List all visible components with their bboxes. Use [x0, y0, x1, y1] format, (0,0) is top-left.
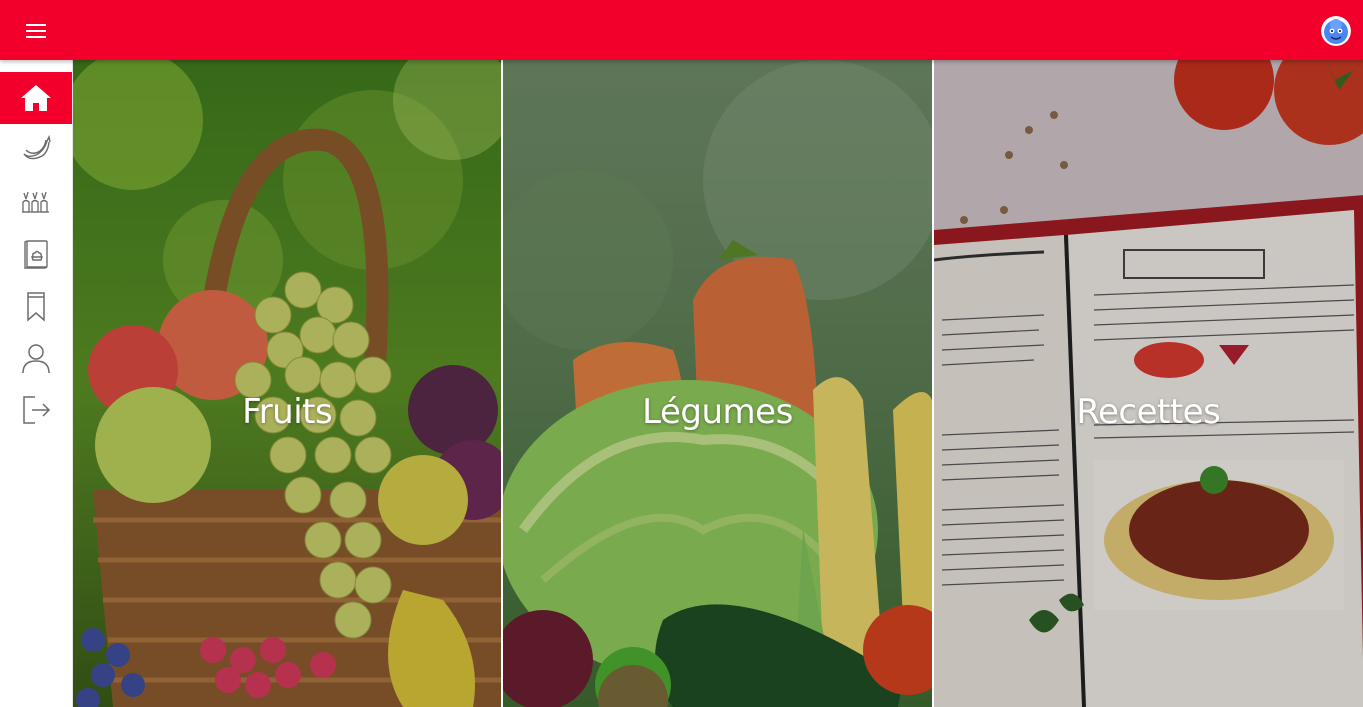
hamburger-menu-icon	[26, 24, 46, 38]
banana-icon	[23, 134, 51, 160]
image-overlay	[933, 60, 1363, 707]
sidebar-item-home[interactable]	[0, 72, 72, 124]
sidebar-item-vegetables[interactable]	[0, 176, 72, 228]
image-overlay	[73, 60, 502, 707]
category-card-vegetables[interactable]: Légumes	[503, 60, 932, 707]
logout-icon	[23, 396, 51, 424]
top-app-bar	[0, 0, 1363, 60]
user-avatar-icon	[1321, 16, 1351, 46]
user-avatar-button[interactable]	[1321, 16, 1351, 46]
sidebar-item-logout[interactable]	[0, 384, 72, 436]
menu-button[interactable]	[16, 16, 56, 46]
home-icon	[21, 85, 51, 111]
bookmark-icon	[27, 292, 45, 322]
category-title-fruits: Fruits	[242, 392, 333, 432]
user-icon	[22, 344, 50, 374]
sidebar-item-fruits[interactable]	[0, 124, 72, 176]
category-card-recipes[interactable]: Recettes	[933, 60, 1363, 707]
sidebar-item-recipes[interactable]	[0, 228, 72, 280]
category-grid: Fruits Légumes Recettes	[73, 60, 1363, 707]
sidebar-nav	[0, 60, 73, 707]
category-title-recipes: Recettes	[1076, 392, 1221, 432]
image-overlay	[503, 60, 932, 707]
category-title-vegetables: Légumes	[642, 392, 793, 432]
sidebar-item-profile[interactable]	[0, 332, 72, 384]
recipe-book-icon	[24, 240, 48, 269]
sidebar-item-bookmarks[interactable]	[0, 280, 72, 332]
category-card-fruits[interactable]: Fruits	[73, 60, 502, 707]
vegetables-icon	[22, 191, 49, 213]
